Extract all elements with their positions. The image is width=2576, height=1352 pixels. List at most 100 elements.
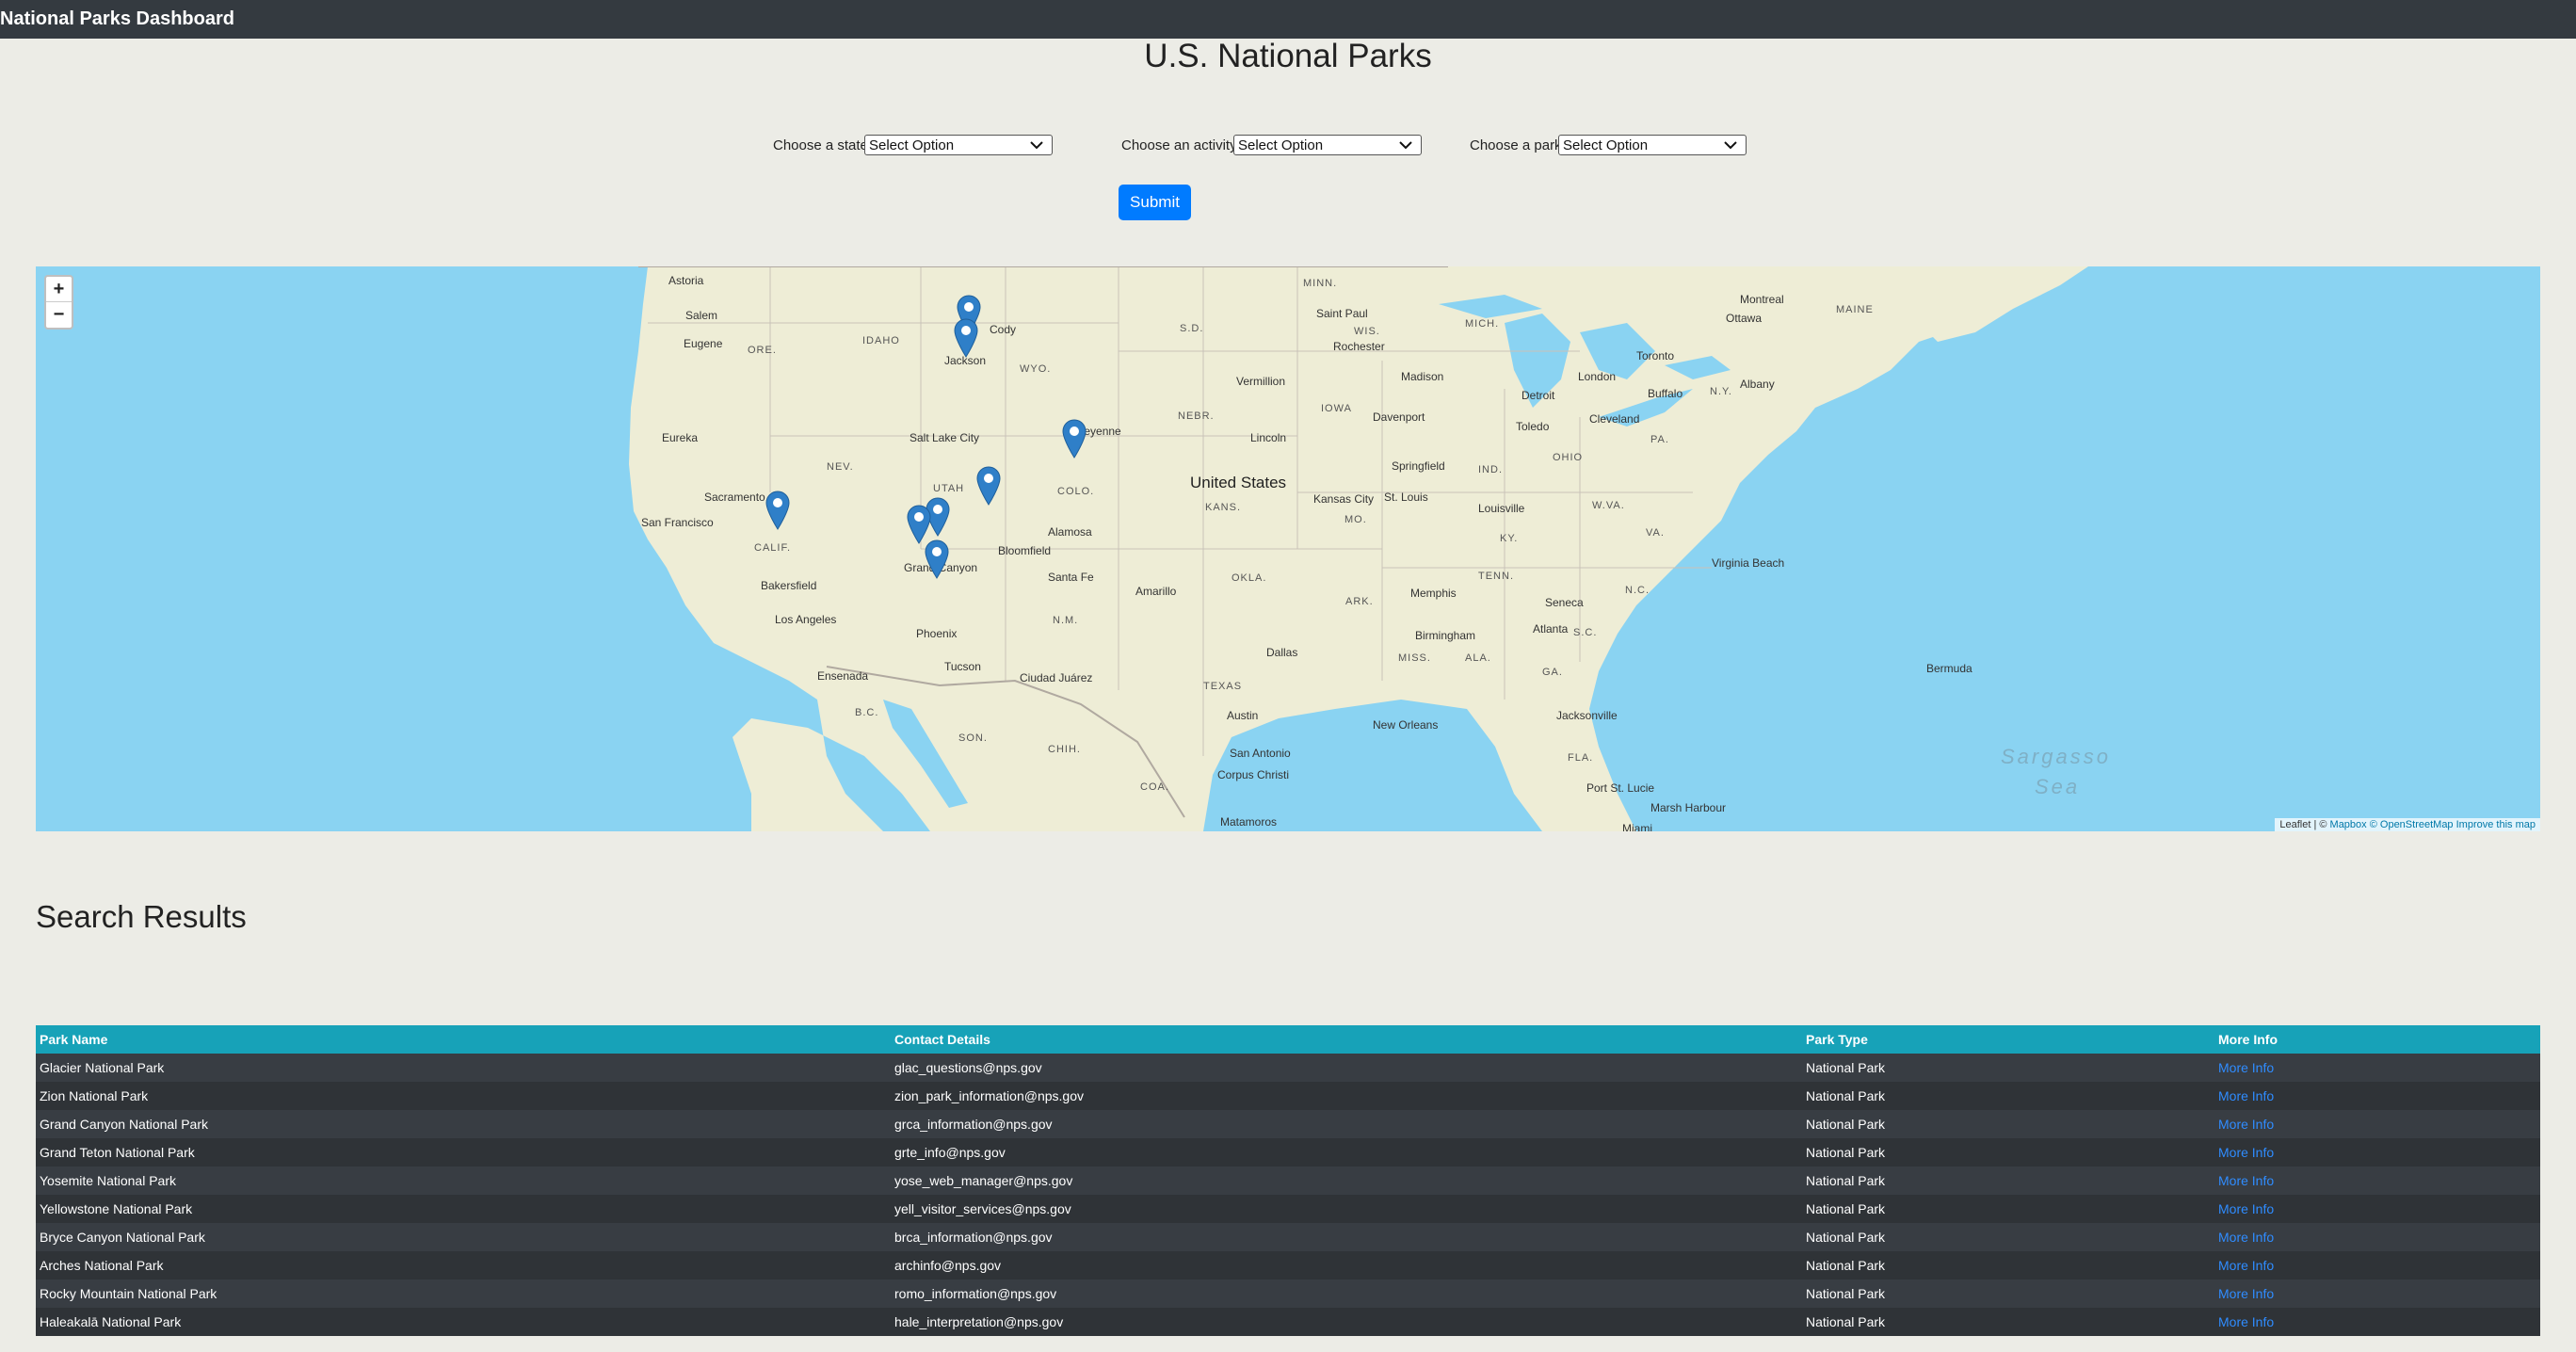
page-title: U.S. National Parks [1144,38,1432,74]
map-label-ensenada: Ensenada [817,669,869,683]
map-label-ottawa: Ottawa [1726,312,1763,325]
map-marker-icon [765,491,790,530]
attribution-improve-link[interactable]: Improve this map [2456,819,2536,830]
map-label-nm: N.M. [1053,615,1079,626]
map-label-sf: San Francisco [641,516,714,529]
grand-canyon-marker[interactable] [925,539,949,579]
map-label-country: United States [1190,474,1287,491]
rocky-mountain-marker[interactable] [1062,419,1087,459]
park-name: Glacier National Park [36,1054,891,1082]
map-label-kans: KANS. [1205,502,1242,513]
zoom-out-button[interactable]: − [46,302,72,327]
map-label-astoria: Astoria [668,274,704,287]
navbar-brand[interactable]: National Parks Dashboard [0,0,234,39]
park-type: National Park [1802,1223,2214,1251]
map-label-wva: W.VA. [1592,500,1625,511]
map-label-iowa: IOWA [1321,403,1352,414]
zoom-control: + − [44,275,73,330]
map-label-va: VA. [1646,527,1665,539]
contact-details: romo_information@nps.gov [891,1280,1802,1308]
navbar: National Parks Dashboard [0,0,2576,39]
map-label-rochester: Rochester [1333,340,1385,353]
park-name: Yellowstone National Park [36,1195,891,1223]
header-more-info: More Info [2214,1025,2540,1054]
contact-details: hale_interpretation@nps.gov [891,1308,1802,1336]
map-label-okla: OKLA. [1232,572,1267,584]
map-label-toledo: Toledo [1516,420,1550,433]
park-type: National Park [1802,1167,2214,1195]
park-map[interactable]: United States IDAHO ORE. NEV. UTAH CALIF… [36,266,2540,831]
zoom-in-button[interactable]: + [46,277,72,302]
map-label-sc: S.C. [1573,627,1598,638]
map-label-coa: COA. [1140,781,1169,793]
more-info-link[interactable]: More Info [2214,1308,2540,1336]
header-park-type: Park Type [1802,1025,2214,1054]
map-label-texas: TEXAS [1203,681,1243,692]
map-label-phoenix: Phoenix [916,627,958,640]
table-row: Zion National Park zion_park_information… [36,1082,2540,1110]
more-info-link[interactable]: More Info [2214,1054,2540,1082]
park-type: National Park [1802,1054,2214,1082]
map-label-matamoros: Matamoros [1220,815,1278,829]
map-label-utah: UTAH [933,483,965,494]
chevron-down-icon [1724,141,1737,150]
map-marker-icon [976,466,1001,506]
map-label-nev: NEV. [827,461,854,473]
more-info-link[interactable]: More Info [2214,1138,2540,1167]
map-label-mo: MO. [1344,514,1367,525]
park-name: Zion National Park [36,1082,891,1110]
activity-select-value: Select Option [1238,137,1324,153]
more-info-link[interactable]: More Info [2214,1223,2540,1251]
park-select[interactable]: Select Option [1558,135,1747,155]
park-label: Choose a park: [1470,137,1566,153]
contact-details: brca_information@nps.gov [891,1223,1802,1251]
park-type: National Park [1802,1195,2214,1223]
map-label-stpaul: Saint Paul [1316,307,1368,320]
map-label-fla: FLA. [1568,752,1594,764]
map-label-marshharbour: Marsh Harbour [1650,801,1727,814]
map-marker-icon [907,505,931,544]
attribution-mapbox-link[interactable]: Mapbox [2330,819,2367,830]
arches-marker[interactable] [976,466,1001,506]
map-label-ohio: OHIO [1553,452,1584,463]
map-label-miami: Miami [1622,822,1652,831]
more-info-link[interactable]: More Info [2214,1195,2540,1223]
activity-select[interactable]: Select Option [1233,135,1422,155]
map-label-nc: N.C. [1625,585,1650,596]
search-results-title: Search Results [36,899,247,934]
map-marker-icon [1062,419,1087,459]
park-name: Rocky Mountain National Park [36,1280,891,1308]
submit-button[interactable]: Submit [1119,185,1191,220]
map-label-bloomfield: Bloomfield [998,544,1052,557]
map-label-mich: MICH. [1465,318,1500,330]
table-row: Yosemite National Park yose_web_manager@… [36,1167,2540,1195]
more-info-link[interactable]: More Info [2214,1082,2540,1110]
map-label-atlanta: Atlanta [1533,622,1569,636]
table-row: Grand Teton National Park grte_info@nps.… [36,1138,2540,1167]
table-row: Arches National Park archinfo@nps.gov Na… [36,1251,2540,1280]
contact-details: yose_web_manager@nps.gov [891,1167,1802,1195]
map-label-stlouis: St. Louis [1384,491,1428,504]
yosemite-marker[interactable] [765,491,790,530]
map-label-sargasso: Sargasso [2001,745,2111,768]
map-label-toronto: Toronto [1636,349,1675,362]
state-select[interactable]: Select Option [864,135,1053,155]
map-label-memphis: Memphis [1410,587,1457,600]
map-label-springfield: Springfield [1392,459,1445,473]
map-marker-icon [925,539,949,579]
park-type: National Park [1802,1251,2214,1280]
zion-marker[interactable] [907,505,931,544]
contact-details: archinfo@nps.gov [891,1251,1802,1280]
map-label-neworleans: New Orleans [1373,718,1439,732]
yellowstone-marker[interactable] [954,318,978,358]
state-select-value: Select Option [869,137,955,153]
more-info-link[interactable]: More Info [2214,1110,2540,1138]
map-label-maine: MAINE [1836,304,1874,315]
more-info-link[interactable]: More Info [2214,1251,2540,1280]
more-info-link[interactable]: More Info [2214,1280,2540,1308]
attribution-osm-link[interactable]: © OpenStreetMap [2370,819,2454,830]
map-label-calif: CALIF. [754,542,792,554]
attribution-leaflet[interactable]: Leaflet | © [2279,819,2326,830]
map-label-slc: Salt Lake City [910,431,980,444]
more-info-link[interactable]: More Info [2214,1167,2540,1195]
